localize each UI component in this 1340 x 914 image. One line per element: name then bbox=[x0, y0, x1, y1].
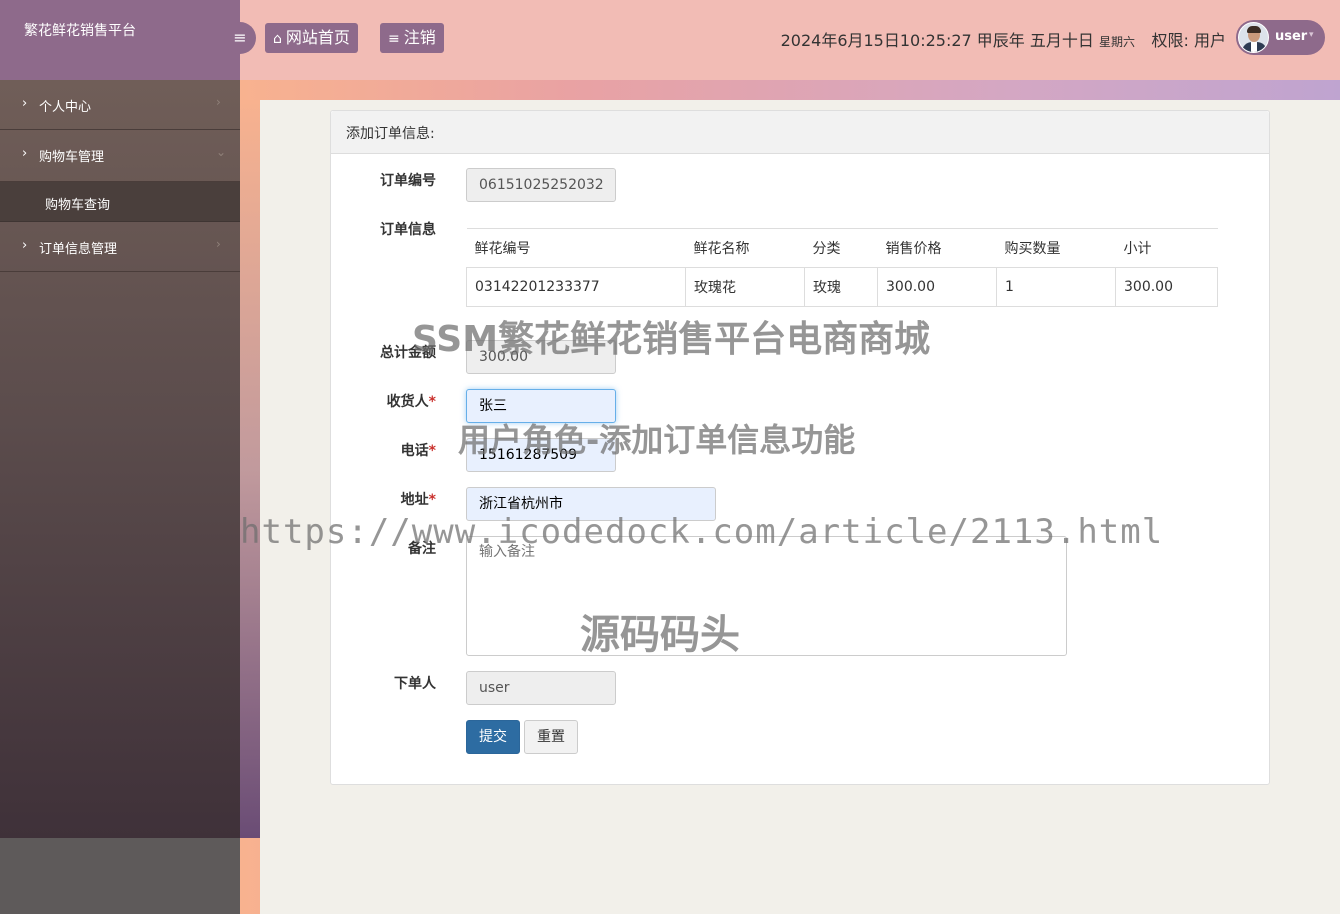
chevron-right-icon: › bbox=[22, 238, 28, 253]
sidebar-item-label: 购物车管理 bbox=[39, 150, 105, 165]
address-input[interactable]: 浙江省杭州市 bbox=[466, 487, 716, 521]
sidebar-item-label: 订单信息管理 bbox=[39, 242, 118, 257]
chevron-right-icon: › bbox=[22, 146, 28, 161]
order-items-table: 鲜花编号 鲜花名称 分类 销售价格 购买数量 小计 03142201233377… bbox=[466, 228, 1218, 307]
add-order-panel: 添加订单信息: 订单编号 06151025252032 订单信息 鲜花编号 鲜花… bbox=[330, 110, 1270, 785]
permission-text: 权限: 用户 bbox=[1151, 31, 1226, 50]
reset-button[interactable]: 重置 bbox=[524, 720, 578, 754]
sidebar-header: 繁花鲜花销售平台 bbox=[0, 0, 240, 80]
column-header: 鲜花编号 bbox=[466, 228, 686, 268]
home-button[interactable]: ⌂ 网站首页 bbox=[265, 23, 358, 53]
logout-button[interactable]: ≡ 注销 bbox=[380, 23, 444, 53]
content-gradient-strip bbox=[240, 100, 260, 838]
order-no-label: 订单编号 bbox=[380, 173, 436, 189]
user-name: user bbox=[1275, 29, 1308, 44]
orderer-field: user bbox=[466, 671, 616, 705]
list-icon: ≡ bbox=[388, 31, 400, 47]
column-header: 购买数量 bbox=[996, 228, 1116, 268]
phone-label: 电话* bbox=[400, 443, 436, 459]
datetime-display: 2024年6月15日10:25:27 甲辰年 五月十日 星期六 bbox=[781, 27, 1135, 51]
sidebar-item-personal-center[interactable]: › 个人中心 › bbox=[0, 80, 240, 130]
caret-down-icon: ▾ bbox=[1309, 30, 1314, 40]
receiver-label: 收货人* bbox=[386, 394, 436, 410]
table-cell: 300.00 bbox=[1115, 267, 1218, 307]
submit-button[interactable]: 提交 bbox=[466, 720, 520, 754]
table-header-row: 鲜花编号 鲜花名称 分类 销售价格 购买数量 小计 bbox=[466, 228, 1218, 268]
sidebar-item-order-management[interactable]: › 订单信息管理 › bbox=[0, 222, 240, 272]
total-label: 总计金额 bbox=[380, 345, 436, 361]
sidebar-item-label: 个人中心 bbox=[39, 100, 92, 115]
column-header: 鲜花名称 bbox=[685, 228, 805, 268]
avatar bbox=[1238, 22, 1269, 53]
weekday-text: 星期六 bbox=[1098, 35, 1135, 49]
table-cell: 1 bbox=[996, 267, 1116, 307]
order-no-field: 06151025252032 bbox=[466, 168, 616, 202]
sidebar-subitem-cart-query[interactable]: 购物车查询 bbox=[0, 182, 240, 222]
total-field: 300.00 bbox=[466, 340, 616, 374]
chevron-right-icon: › bbox=[216, 95, 221, 109]
table-cell: 03142201233377 bbox=[466, 267, 686, 307]
chevron-right-icon: › bbox=[22, 96, 28, 111]
orderer-label: 下单人 bbox=[394, 676, 436, 692]
address-label: 地址* bbox=[400, 492, 436, 508]
sidebar-menu: › 个人中心 › › 购物车管理 ⌄ 购物车查询 › 订单信息管理 › bbox=[0, 80, 240, 838]
table-row: 03142201233377 玫瑰花 玫瑰 300.00 1 300.00 bbox=[466, 267, 1218, 307]
remark-label: 备注 bbox=[408, 541, 436, 557]
table-cell: 玫瑰花 bbox=[685, 267, 805, 307]
sidebar-subitem-label: 购物车查询 bbox=[45, 198, 111, 213]
remark-textarea[interactable] bbox=[466, 536, 1067, 656]
user-menu-button[interactable]: user ▾ bbox=[1236, 20, 1325, 55]
panel-title: 添加订单信息: bbox=[346, 126, 435, 142]
panel-header: 添加订单信息: bbox=[331, 111, 1269, 154]
top-bar: ≡ ⌂ 网站首页 ≡ 注销 2024年6月15日10:25:27 甲辰年 五月十日 … bbox=[224, 0, 1340, 80]
sidebar-footer bbox=[0, 838, 240, 914]
column-header: 分类 bbox=[804, 228, 878, 268]
sidebar: 繁花鲜花销售平台 › 个人中心 › › 购物车管理 ⌄ 购物车查询 › 订单信息… bbox=[0, 0, 240, 914]
logout-button-label: 注销 bbox=[403, 28, 436, 47]
column-header: 销售价格 bbox=[877, 228, 997, 268]
receiver-input[interactable]: 张三 bbox=[466, 389, 616, 423]
phone-input[interactable]: 15161287509 bbox=[466, 438, 616, 472]
datetime-text: 2024年6月15日10:25:27 甲辰年 五月十日 bbox=[780, 31, 1094, 50]
home-icon: ⌂ bbox=[273, 31, 282, 47]
column-header: 小计 bbox=[1115, 228, 1218, 268]
brand-title: 繁花鲜花销售平台 bbox=[24, 23, 136, 39]
menu-icon: ≡ bbox=[233, 28, 247, 47]
sidebar-toggle-button[interactable]: ≡ bbox=[224, 22, 256, 54]
chevron-down-icon: ⌄ bbox=[216, 145, 227, 159]
home-button-label: 网站首页 bbox=[285, 28, 350, 47]
order-info-label: 订单信息 bbox=[380, 222, 436, 238]
chevron-right-icon: › bbox=[216, 237, 221, 251]
table-cell: 玫瑰 bbox=[804, 267, 878, 307]
sidebar-item-cart-management[interactable]: › 购物车管理 ⌄ bbox=[0, 130, 240, 182]
table-cell: 300.00 bbox=[877, 267, 997, 307]
